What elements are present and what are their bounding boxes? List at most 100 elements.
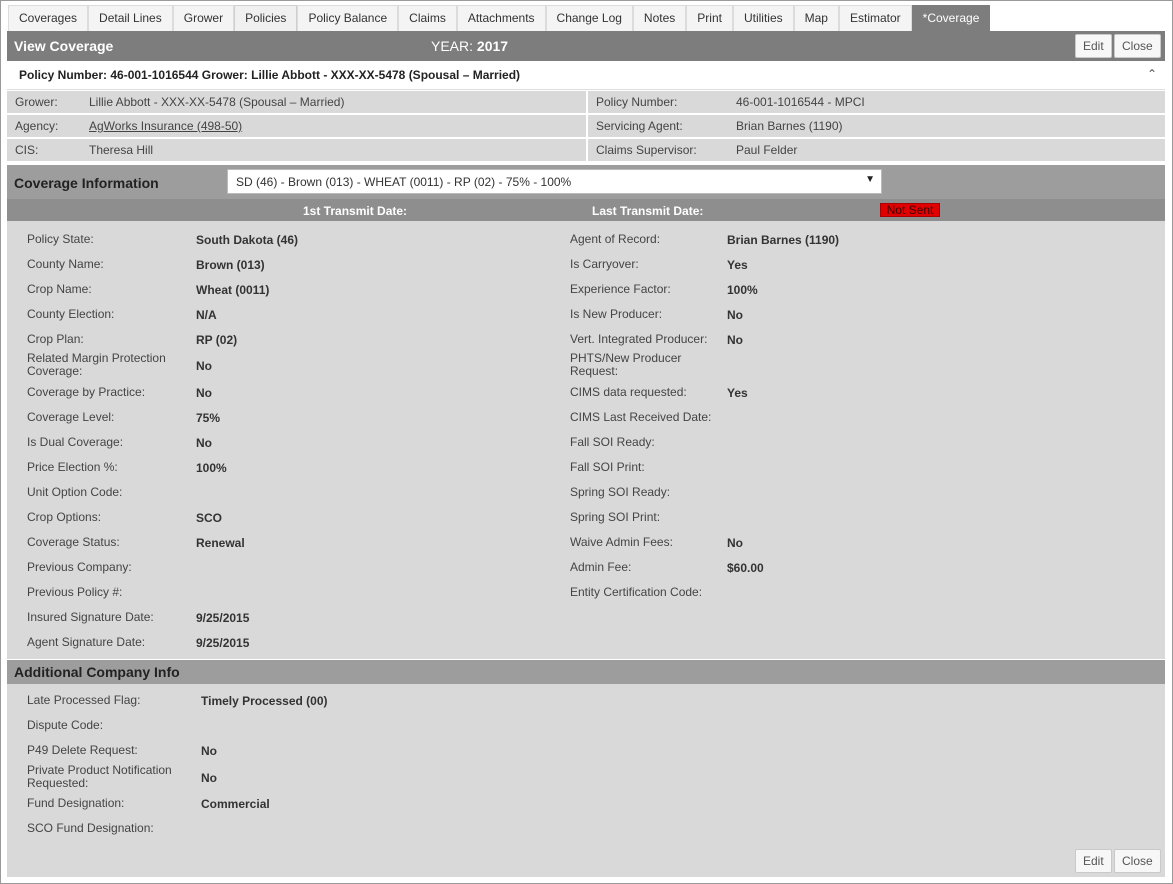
tab-print[interactable]: Print <box>686 5 733 31</box>
tab-attachments[interactable]: Attachments <box>456 5 546 31</box>
tab-policy-balance[interactable]: Policy Balance <box>297 5 399 31</box>
collapse-caret-icon[interactable]: ⌃ <box>1147 67 1157 81</box>
field-value: No <box>727 308 743 322</box>
agency-link[interactable]: AgWorks Insurance (498-50) <box>89 119 242 133</box>
field-value: No <box>196 436 212 450</box>
agency-label: Agency: <box>15 119 59 133</box>
close-button[interactable]: Close <box>1114 34 1161 58</box>
tab-bar: Coverages Detail Lines Grower Policies P… <box>8 5 991 31</box>
field-value: Yes <box>727 258 748 272</box>
field-label: Related Margin Protection Coverage: <box>27 351 166 378</box>
field-value: RP (02) <box>196 333 238 347</box>
coverage-info-bar: Coverage Information SD (46) - Brown (01… <box>7 165 1165 199</box>
field-label: Is New Producer: <box>570 307 663 321</box>
status-badge: Not Sent <box>880 203 940 217</box>
grower-label: Grower: <box>15 95 58 109</box>
footer-edit-button[interactable]: Edit <box>1075 849 1112 873</box>
coverage-info-title: Coverage Information <box>14 175 159 191</box>
field-label: Is Carryover: <box>570 257 639 271</box>
field-label: Late Processed Flag: <box>27 693 141 707</box>
field-label: Entity Certification Code: <box>570 585 703 599</box>
field-value: Brown (013) <box>196 258 265 272</box>
tab-map[interactable]: Map <box>793 5 839 31</box>
field-label: Unit Option Code: <box>27 485 123 499</box>
field-label: Policy State: <box>27 232 94 246</box>
tab-policies[interactable]: Policies <box>234 5 298 31</box>
field-label: Fall SOI Print: <box>570 460 645 474</box>
field-label: Spring SOI Print: <box>570 510 661 524</box>
additional-info-bar: Additional Company Info <box>7 660 1165 684</box>
tab-utilities[interactable]: Utilities <box>732 5 794 31</box>
policy-number-row: Policy Number: 46-001-1016544 - MPCI <box>588 91 1165 113</box>
field-value: No <box>727 536 743 550</box>
field-value: Timely Processed (00) <box>201 694 328 708</box>
grower-row: Grower: Lillie Abbott - XXX-XX-5478 (Spo… <box>7 91 586 113</box>
tab-coverages[interactable]: Coverages <box>8 5 89 31</box>
field-label: CIMS Last Received Date: <box>570 410 712 424</box>
policy-number-label: Policy Number: <box>596 95 678 109</box>
year-display: YEAR: 2017 <box>431 38 508 54</box>
transmit-bar: 1st Transmit Date: Last Transmit Date: N… <box>7 199 1165 221</box>
field-label: Previous Policy #: <box>27 585 123 599</box>
tab-change-log[interactable]: Change Log <box>545 5 633 31</box>
field-value: No <box>196 359 212 373</box>
field-label: Previous Company: <box>27 560 132 574</box>
field-value: No <box>196 386 212 400</box>
field-value: No <box>727 333 743 347</box>
claims-supervisor-value: Paul Felder <box>736 143 798 157</box>
tab-claims[interactable]: Claims <box>398 5 457 31</box>
field-label: Fund Designation: <box>27 796 125 810</box>
servicing-agent-row: Servicing Agent: Brian Barnes (1190) <box>588 115 1165 137</box>
field-label: Private Product Notification Requested: <box>27 763 172 790</box>
coverage-details-panel: Policy State: South Dakota (46) County N… <box>7 221 1165 659</box>
coverage-select-value: SD (46) - Brown (013) - WHEAT (0011) - R… <box>236 175 572 189</box>
field-value: 75% <box>196 411 221 425</box>
field-label: Coverage Level: <box>27 410 115 424</box>
cis-value: Theresa Hill <box>89 143 154 157</box>
view-header: View Coverage YEAR: 2017 Edit Close <box>7 31 1165 61</box>
field-label: Crop Name: <box>27 282 92 296</box>
claims-supervisor-row: Claims Supervisor: Paul Felder <box>588 139 1165 161</box>
field-value: No <box>201 744 217 758</box>
field-value: South Dakota (46) <box>196 233 299 247</box>
field-value: $60.00 <box>727 561 764 575</box>
first-transmit-label: 1st Transmit Date: <box>303 204 408 218</box>
field-label: Fall SOI Ready: <box>570 435 655 449</box>
field-label: County Name: <box>27 257 104 271</box>
field-value: Yes <box>727 386 748 400</box>
field-label: P49 Delete Request: <box>27 743 138 757</box>
grower-value: Lillie Abbott - XXX-XX-5478 (Spousal – M… <box>89 95 345 109</box>
cis-row: CIS: Theresa Hill <box>7 139 586 161</box>
tab-detail-lines[interactable]: Detail Lines <box>88 5 173 31</box>
field-value: Commercial <box>201 797 270 811</box>
field-label: Spring SOI Ready: <box>570 485 671 499</box>
tab-notes[interactable]: Notes <box>632 5 687 31</box>
footer-close-button[interactable]: Close <box>1114 849 1161 873</box>
edit-button[interactable]: Edit <box>1075 34 1112 58</box>
policy-summary-text: Policy Number: 46-001-1016544 Grower: Li… <box>19 68 521 82</box>
field-label: Agent of Record: <box>570 232 661 246</box>
field-value: N/A <box>196 308 217 322</box>
servicing-agent-value: Brian Barnes (1190) <box>736 119 843 133</box>
field-value: Renewal <box>196 536 245 550</box>
cis-label: CIS: <box>15 143 39 157</box>
tab-grower[interactable]: Grower <box>172 5 235 31</box>
field-value: 100% <box>196 461 227 475</box>
field-value: No <box>201 771 217 785</box>
field-value: 9/25/2015 <box>196 636 250 650</box>
field-label: Coverage by Practice: <box>27 385 146 399</box>
field-label: Price Election %: <box>27 460 118 474</box>
field-label: Vert. Integrated Producer: <box>570 332 708 346</box>
policy-summary[interactable]: Policy Number: 46-001-1016544 Grower: Li… <box>7 61 1165 90</box>
policy-number-value: 46-001-1016544 - MPCI <box>736 95 865 109</box>
year-label: YEAR: <box>431 38 474 54</box>
field-label: Dispute Code: <box>27 718 104 732</box>
field-value: 100% <box>727 283 758 297</box>
coverage-select[interactable]: SD (46) - Brown (013) - WHEAT (0011) - R… <box>227 169 882 194</box>
tab-coverage-active[interactable]: *Coverage <box>911 5 991 31</box>
field-value: SCO <box>196 511 223 525</box>
additional-info-panel: Late Processed Flag: Timely Processed (0… <box>7 684 1165 877</box>
dropdown-arrow-icon: ▼ <box>865 174 875 185</box>
tab-estimator[interactable]: Estimator <box>838 5 912 31</box>
field-label: Crop Plan: <box>27 332 84 346</box>
